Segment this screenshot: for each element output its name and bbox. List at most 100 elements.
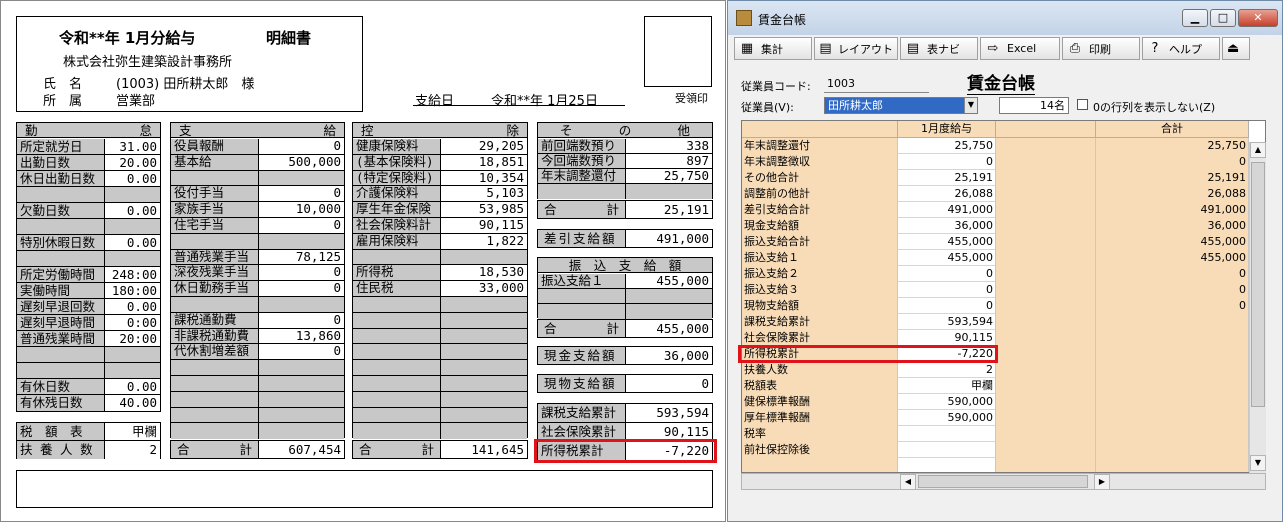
grid-cell[interactable] <box>996 202 1096 218</box>
toolbar-help-button[interactable]: ? ヘルプ <box>1142 37 1220 60</box>
grid-cell[interactable]: 455,000 <box>1096 234 1249 250</box>
grid-row[interactable]: 現物支給額 0 0 <box>742 298 1265 314</box>
minimize-button[interactable]: ▁ <box>1182 9 1208 27</box>
grid-cell[interactable]: 25,750 <box>1096 138 1249 154</box>
grid-cell[interactable]: 振込支給２ <box>742 266 898 282</box>
hide-zero-label[interactable]: 0の行列を表示しない(Z) <box>1093 99 1215 115</box>
grid-cell[interactable]: 2 <box>898 362 996 378</box>
grid-cell[interactable]: 0 <box>1096 266 1249 282</box>
grid-cell[interactable] <box>996 234 1096 250</box>
grid-cell[interactable]: 調整前の他計 <box>742 186 898 202</box>
grid-cell[interactable] <box>996 138 1096 154</box>
grid-row[interactable]: 振込支給１ 455,000 455,000 <box>742 250 1265 266</box>
grid-cell[interactable] <box>898 442 996 458</box>
grid-cell[interactable]: 491,000 <box>1096 202 1249 218</box>
toolbar-print-button[interactable]: ⎙ 印刷 <box>1062 37 1140 60</box>
grid-cell[interactable] <box>1096 458 1249 472</box>
grid-cell[interactable] <box>1096 442 1249 458</box>
grid-row[interactable]: 扶養人数 2 <box>742 362 1265 378</box>
grid-cell[interactable] <box>996 362 1096 378</box>
grid-row[interactable]: 厚年標準報酬 590,000 <box>742 410 1265 426</box>
maximize-button[interactable]: □ <box>1210 9 1236 27</box>
grid-cell[interactable] <box>1096 378 1249 394</box>
scroll-up-icon[interactable]: ▲ <box>1250 142 1266 158</box>
grid-cell[interactable] <box>742 458 898 472</box>
grid-row[interactable]: 課税支給累計 593,594 <box>742 314 1265 330</box>
grid-cell[interactable]: 0 <box>1096 282 1249 298</box>
column-header-blank[interactable] <box>996 121 1096 138</box>
grid-cell[interactable]: 振込支給合計 <box>742 234 898 250</box>
grid-cell[interactable] <box>996 426 1096 442</box>
grid-cell[interactable]: 455,000 <box>898 234 996 250</box>
grid-row[interactable]: 振込支給３ 0 0 <box>742 282 1265 298</box>
employee-dropdown-chevron-icon[interactable]: ▼ <box>964 98 977 113</box>
employee-code-input[interactable]: 1003 <box>824 76 929 93</box>
h-scroll-thumb[interactable] <box>918 475 1088 488</box>
grid-row[interactable]: 税額表 甲欄 <box>742 378 1265 394</box>
grid-cell[interactable] <box>996 410 1096 426</box>
grid-row[interactable] <box>742 458 1265 472</box>
grid-cell[interactable] <box>898 458 996 472</box>
grid-cell[interactable] <box>996 378 1096 394</box>
grid-cell[interactable]: 振込支給３ <box>742 282 898 298</box>
grid-cell[interactable]: 590,000 <box>898 410 996 426</box>
grid-cell[interactable] <box>996 330 1096 346</box>
hide-zero-checkbox[interactable] <box>1077 99 1088 110</box>
grid-cell[interactable]: 年末調整還付 <box>742 138 898 154</box>
grid-cell[interactable]: 25,191 <box>898 170 996 186</box>
grid-cell[interactable]: 前社保控除後 <box>742 442 898 458</box>
grid-cell[interactable]: その他合計 <box>742 170 898 186</box>
grid-cell[interactable]: 税率 <box>742 426 898 442</box>
grid-cell[interactable] <box>996 298 1096 314</box>
column-header-total[interactable]: 合計 <box>1096 121 1249 138</box>
title-bar[interactable]: 賃金台帳 ▁ □ ✕ <box>728 1 1282 35</box>
grid-cell[interactable]: 現物支給額 <box>742 298 898 314</box>
grid-cell[interactable] <box>996 458 1096 472</box>
grid-cell[interactable]: 甲欄 <box>898 378 996 394</box>
grid-cell[interactable] <box>996 314 1096 330</box>
grid-cell[interactable]: 36,000 <box>1096 218 1249 234</box>
toolbar-tally-button[interactable]: ▦ 集計 <box>734 37 812 60</box>
grid-cell[interactable] <box>996 442 1096 458</box>
grid-cell[interactable]: 36,000 <box>898 218 996 234</box>
scroll-thumb[interactable] <box>1251 162 1265 407</box>
grid-cell[interactable] <box>1096 314 1249 330</box>
grid-cell[interactable] <box>1096 330 1249 346</box>
grid-cell[interactable] <box>996 170 1096 186</box>
horizontal-scrollbar[interactable]: ◀ ▶ <box>741 473 1266 490</box>
grid-cell[interactable]: 26,088 <box>1096 186 1249 202</box>
grid-cell[interactable] <box>996 346 1096 362</box>
grid-cell[interactable]: 健保標準報酬 <box>742 394 898 410</box>
grid-cell[interactable]: 差引支給合計 <box>742 202 898 218</box>
grid-cell[interactable] <box>996 394 1096 410</box>
grid-row[interactable]: その他合計 25,191 25,191 <box>742 170 1265 186</box>
vertical-scrollbar[interactable]: ▲ ▼ <box>1249 142 1266 473</box>
grid-cell[interactable] <box>1096 410 1249 426</box>
grid-cell[interactable]: 0 <box>898 298 996 314</box>
grid-cell[interactable]: 0 <box>898 154 996 170</box>
grid-cell[interactable]: 491,000 <box>898 202 996 218</box>
grid-cell[interactable]: 税額表 <box>742 378 898 394</box>
grid-row[interactable]: 前社保控除後 <box>742 442 1265 458</box>
grid-row[interactable]: 健保標準報酬 590,000 <box>742 394 1265 410</box>
grid-cell[interactable] <box>996 154 1096 170</box>
grid-cell[interactable] <box>996 186 1096 202</box>
toolbar-exit-button[interactable]: ⏏ <box>1222 37 1250 60</box>
grid-cell[interactable]: 課税支給累計 <box>742 314 898 330</box>
grid-cell[interactable]: 90,115 <box>898 330 996 346</box>
column-header-jan[interactable]: 1月度給与 <box>898 121 996 138</box>
scroll-down-icon[interactable]: ▼ <box>1250 455 1266 471</box>
scroll-left-icon[interactable]: ◀ <box>900 474 916 490</box>
employee-select[interactable]: 田所耕太郎 <box>824 97 978 114</box>
grid-cell[interactable]: 25,191 <box>1096 170 1249 186</box>
grid-cell[interactable]: 0 <box>898 282 996 298</box>
grid-cell[interactable]: 25,750 <box>898 138 996 154</box>
grid-cell[interactable] <box>996 282 1096 298</box>
grid-row[interactable]: 振込支給合計 455,000 455,000 <box>742 234 1265 250</box>
grid-cell[interactable] <box>1096 394 1249 410</box>
grid-cell[interactable]: 0 <box>1096 298 1249 314</box>
scroll-right-icon[interactable]: ▶ <box>1094 474 1110 490</box>
grid-row[interactable]: 振込支給２ 0 0 <box>742 266 1265 282</box>
grid-cell[interactable]: 0 <box>898 266 996 282</box>
grid-row[interactable]: 現金支給額 36,000 36,000 <box>742 218 1265 234</box>
